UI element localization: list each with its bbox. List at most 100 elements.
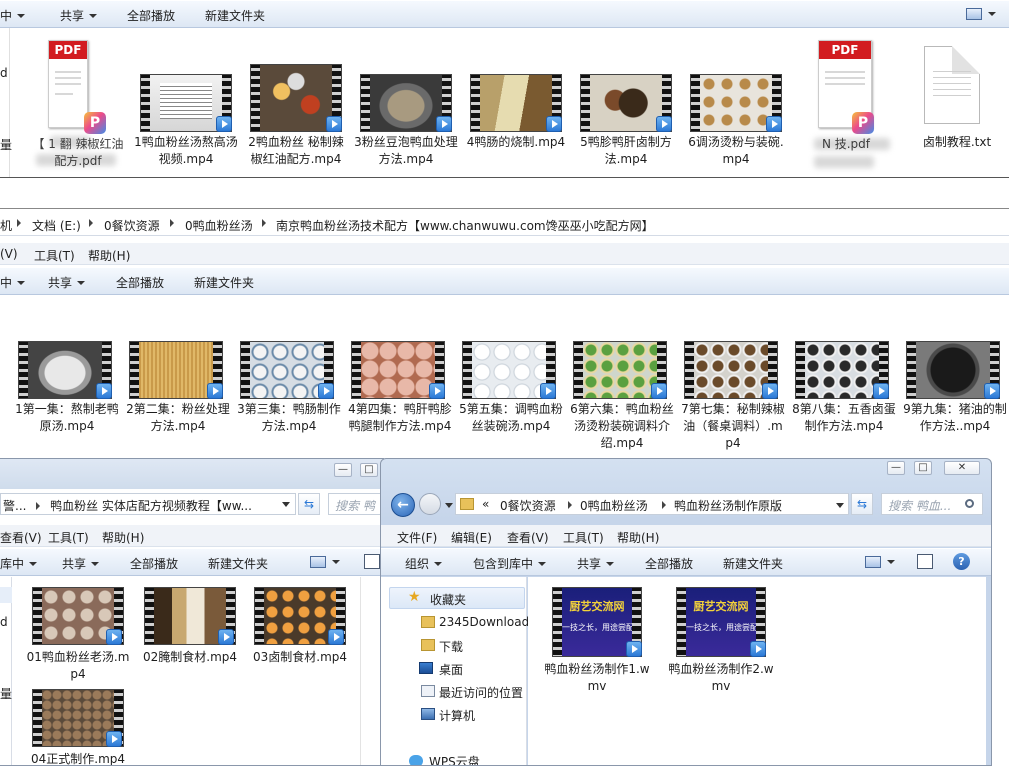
- address-bar[interactable]: « 0餐饮资源 0鸭血粉丝汤 鸭血粉丝汤制作原版: [455, 493, 849, 515]
- file-item-txt[interactable]: 卤制教程.txt: [912, 46, 1002, 156]
- share-menu[interactable]: 共享: [577, 555, 615, 572]
- library-menu[interactable]: 中: [0, 7, 26, 24]
- new-folder-button[interactable]: 新建文件夹: [194, 274, 254, 291]
- file-item-pdf-2[interactable]: PDF P N 技.pdf: [796, 40, 896, 177]
- minimize-button[interactable]: —: [887, 461, 905, 475]
- refresh-button[interactable]: ⇆: [298, 493, 320, 515]
- view-dropdown-icon[interactable]: [887, 555, 895, 569]
- play-all-button[interactable]: 全部播放: [645, 555, 693, 572]
- file-item-video[interactable]: 厨艺交流网 一技之长，用途尝配 鸭血粉丝汤制作1.wmv: [542, 587, 652, 697]
- view-icon[interactable]: [865, 556, 881, 568]
- file-item-pdf-1[interactable]: PDF P 【 1 翻 辣椒红油配方.pdf: [28, 40, 128, 177]
- menu-bar: 文件(F) 编辑(E) 查看(V) 工具(T) 帮助(H): [381, 525, 991, 547]
- play-all-button[interactable]: 全部播放: [127, 7, 175, 24]
- file-item-video[interactable]: 01鸭血粉丝老汤.mp4: [26, 587, 130, 683]
- address-overflow[interactable]: «: [482, 497, 489, 511]
- menu-tools[interactable]: 工具(T): [563, 529, 604, 546]
- sidebar-item-recent[interactable]: 最近访问的位置: [381, 682, 527, 702]
- search-input[interactable]: 搜索 鸭: [328, 493, 383, 515]
- file-item-video[interactable]: 6第六集：鸭血粉丝汤烫粉装碗调料介绍.mp4: [569, 341, 675, 461]
- breadcrumb-item[interactable]: 0鸭血粉丝汤: [580, 497, 648, 514]
- preview-pane-icon[interactable]: [917, 554, 933, 569]
- breadcrumb-item[interactable]: 鸭血粉丝汤制作原版: [674, 497, 782, 514]
- library-menu[interactable]: 库中: [0, 555, 38, 572]
- play-all-button[interactable]: 全部播放: [130, 555, 178, 572]
- sidebar-item-desktop[interactable]: 桌面: [381, 659, 527, 679]
- file-item-video[interactable]: 9第九集：猪油的制作方法..mp4: [902, 341, 1008, 461]
- file-item-video[interactable]: 4鸭肠的烧制.mp4: [464, 74, 568, 177]
- file-item-video[interactable]: 2鸭血粉丝 秘制辣椒红油配方.mp4: [244, 64, 348, 177]
- minimize-button[interactable]: —: [334, 463, 352, 477]
- text-file-icon: [924, 46, 980, 124]
- menu-help[interactable]: 帮助(H): [102, 529, 144, 546]
- address-bar[interactable]: 警... 鸭血粉丝 实体店配方视频教程【ww...: [0, 493, 296, 515]
- view-dropdown-icon[interactable]: [332, 555, 340, 569]
- file-item-video[interactable]: 2第二集：粉丝处理方法.mp4: [125, 341, 231, 461]
- library-menu[interactable]: 中: [0, 274, 26, 291]
- sidebar-item-favorites[interactable]: ★ 收藏夹: [389, 587, 525, 609]
- menu-view[interactable]: 查看(V): [0, 529, 42, 546]
- play-overlay-icon: [216, 116, 232, 132]
- maximize-button[interactable]: □: [914, 461, 932, 475]
- new-folder-button[interactable]: 新建文件夹: [205, 7, 265, 24]
- file-item-video[interactable]: 3第三集：鸭肠制作方法.mp4: [236, 341, 342, 461]
- organize-menu[interactable]: 组织: [405, 555, 443, 572]
- sidebar-item-wps-cloud[interactable]: WPS云盘: [381, 751, 527, 765]
- close-button[interactable]: ✕: [944, 461, 980, 475]
- address-dropdown-icon[interactable]: [836, 503, 844, 508]
- breadcrumb-item[interactable]: 文档 (E:): [32, 217, 81, 234]
- file-item-video[interactable]: 8第八集：五香卤蛋制作方法.mp4: [791, 341, 897, 461]
- file-item-video[interactable]: 5第五集：调鸭血粉丝装碗汤.mp4: [458, 341, 564, 461]
- forward-button[interactable]: [419, 493, 441, 515]
- share-menu[interactable]: 共享: [48, 274, 86, 291]
- new-folder-button[interactable]: 新建文件夹: [208, 555, 268, 572]
- file-item-video[interactable]: 5鸭胗鸭肝卤制方法.mp4: [574, 74, 678, 177]
- help-button[interactable]: ?: [953, 553, 970, 570]
- menu-view[interactable]: 查看(V): [507, 529, 549, 546]
- menu-tools[interactable]: 工具(T): [34, 247, 75, 264]
- sidebar-item-computer[interactable]: 计算机: [381, 705, 527, 725]
- breadcrumb-item[interactable]: 南京鸭血粉丝汤技术配方【www.chanwuwu.com馋巫巫小吃配方网】: [276, 217, 654, 234]
- menu-file[interactable]: 文件(F): [397, 529, 437, 546]
- refresh-button[interactable]: ⇆: [851, 493, 873, 515]
- file-name: 鸭血粉丝汤制作2.wmv: [668, 662, 774, 693]
- breadcrumb-item[interactable]: 0鸭血粉丝汤: [185, 217, 253, 234]
- view-icon[interactable]: [310, 556, 326, 568]
- file-item-video[interactable]: 04正式制作.mp4: [26, 689, 130, 765]
- address-bar[interactable]: 机 文档 (E:) 0餐饮资源 0鸭血粉丝汤 南京鸭血粉丝汤技术配方【www.c…: [0, 212, 1009, 236]
- new-folder-button[interactable]: 新建文件夹: [723, 555, 783, 572]
- history-dropdown-icon[interactable]: [445, 503, 453, 508]
- play-overlay-icon: [218, 629, 234, 645]
- menu-help[interactable]: 帮助(H): [617, 529, 659, 546]
- file-name: 01鸭血粉丝老汤.mp4: [26, 650, 130, 681]
- preview-pane-icon[interactable]: [364, 554, 380, 569]
- file-name: 1第一集：熬制老鸭原汤.mp4: [15, 402, 119, 433]
- view-dropdown-icon[interactable]: [988, 7, 996, 21]
- include-library-menu[interactable]: 包含到库中: [473, 555, 547, 572]
- file-item-video[interactable]: 1第一集：熬制老鸭原汤.mp4: [14, 341, 120, 461]
- menu-help[interactable]: 帮助(H): [88, 247, 130, 264]
- file-item-video[interactable]: 03卤制食材.mp4: [248, 587, 352, 683]
- sidebar-item-2345download[interactable]: 2345Download: [381, 613, 529, 633]
- menu-view[interactable]: (V): [0, 247, 18, 261]
- file-item-video[interactable]: 6调汤烫粉与装碗.mp4: [684, 74, 788, 177]
- share-menu[interactable]: 共享: [62, 555, 100, 572]
- file-item-video[interactable]: 厨艺交流网 一技之长，用途尝配 鸭血粉丝汤制作2.wmv: [666, 587, 776, 697]
- back-button[interactable]: ←: [391, 493, 415, 517]
- breadcrumb-item[interactable]: 0餐饮资源: [500, 497, 556, 514]
- breadcrumb-item[interactable]: 机: [0, 217, 12, 234]
- breadcrumb-item[interactable]: 0餐饮资源: [104, 217, 160, 234]
- menu-tools[interactable]: 工具(T): [48, 529, 89, 546]
- sidebar-item-downloads[interactable]: 下载: [381, 636, 527, 656]
- file-item-video[interactable]: 4第四集：鸭肝鸭胗鸭腿制作方法.mp4: [347, 341, 453, 461]
- file-item-video[interactable]: 1鸭血粉丝汤熬高汤视频.mp4: [134, 74, 238, 177]
- file-item-video[interactable]: 7第七集：秘制辣椒油（餐桌调料）.mp4: [680, 341, 786, 461]
- play-all-button[interactable]: 全部播放: [116, 274, 164, 291]
- menu-edit[interactable]: 编辑(E): [451, 529, 492, 546]
- maximize-button[interactable]: □: [360, 463, 378, 477]
- file-item-video[interactable]: 02腌制食材.mp4: [138, 587, 242, 683]
- share-menu[interactable]: 共享: [60, 7, 98, 24]
- address-dropdown-icon[interactable]: [282, 502, 290, 507]
- file-item-video[interactable]: 3粉丝豆泡鸭血处理方法.mp4: [354, 74, 458, 177]
- view-icon[interactable]: [966, 8, 982, 20]
